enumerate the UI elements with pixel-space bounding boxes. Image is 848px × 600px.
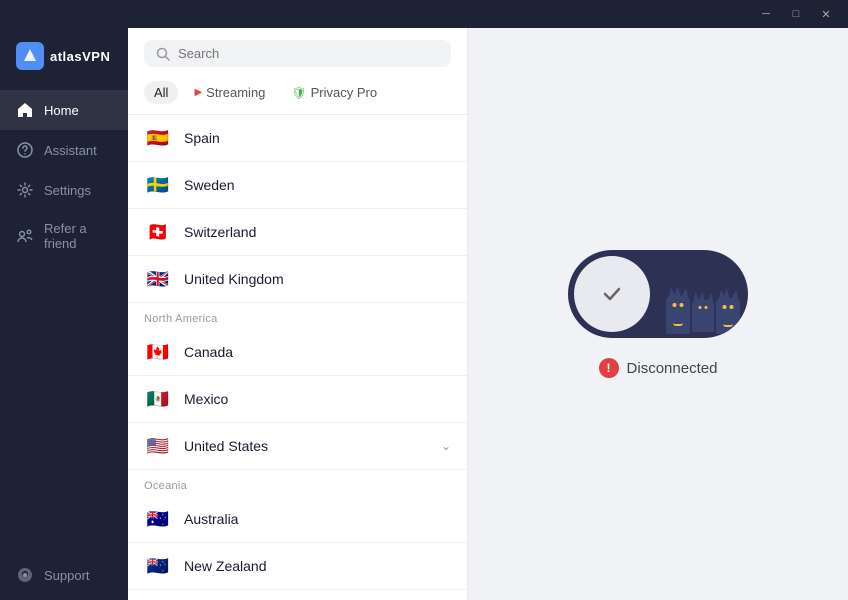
country-name-mexico: Mexico — [184, 391, 451, 407]
sidebar-item-support[interactable]: Support — [0, 555, 128, 600]
flag-sweden: 🇸🇪 — [144, 171, 172, 199]
search-input[interactable] — [178, 46, 439, 61]
sidebar-item-settings[interactable]: Settings — [0, 170, 128, 210]
country-name-australia: Australia — [184, 511, 451, 527]
flag-spain: 🇪🇸 — [144, 124, 172, 152]
refer-icon — [16, 227, 34, 245]
list-item[interactable]: 🇬🇧 United Kingdom — [128, 256, 467, 303]
tab-all[interactable]: All — [144, 81, 178, 104]
region-south-america: South America — [128, 590, 467, 600]
flag-canada: 🇨🇦 — [144, 338, 172, 366]
list-item[interactable]: 🇪🇸 Spain — [128, 115, 467, 162]
toggle-knob — [574, 256, 650, 332]
flag-uk: 🇬🇧 — [144, 265, 172, 293]
assistant-icon — [16, 141, 34, 159]
home-icon — [16, 101, 34, 119]
sidebar-item-home[interactable]: Home — [0, 90, 128, 130]
close-button[interactable]: ✕ — [812, 0, 840, 28]
titlebar-controls: ─ □ ✕ — [752, 0, 848, 28]
country-name-us: United States — [184, 438, 429, 454]
filter-tabs: All ▶ Streaming 🛡 Privacy Pro — [128, 75, 467, 115]
privacy-shield-icon: 🛡 — [291, 86, 306, 100]
sidebar-item-assistant[interactable]: Assistant — [0, 130, 128, 170]
search-bar — [128, 28, 467, 75]
tab-streaming[interactable]: ▶ Streaming — [184, 81, 275, 104]
logo-icon — [16, 42, 44, 70]
country-name-sweden: Sweden — [184, 177, 451, 193]
country-name-canada: Canada — [184, 344, 451, 360]
streaming-play-icon: ▶ — [194, 87, 202, 98]
flag-switzerland: 🇨🇭 — [144, 218, 172, 246]
maximize-button[interactable]: □ — [782, 0, 810, 28]
chevron-down-icon: ⌄ — [441, 439, 451, 453]
list-item[interactable]: 🇨🇭 Switzerland — [128, 209, 467, 256]
tab-privacy-pro[interactable]: 🛡 Privacy Pro — [281, 81, 387, 104]
right-panel: ! Disconnected — [468, 28, 848, 600]
country-name-uk: United Kingdom — [184, 271, 451, 287]
flag-mexico: 🇲🇽 — [144, 385, 172, 413]
sidebar-item-refer[interactable]: Refer a friend — [0, 210, 128, 262]
nav-items: Home Assistant Settings — [0, 90, 128, 600]
list-item[interactable]: 🇺🇸 United States ⌄ — [128, 423, 467, 470]
vpn-connect-toggle[interactable] — [568, 250, 748, 338]
main: All ▶ Streaming 🛡 Privacy Pro 🇪🇸 Spain — [128, 0, 848, 600]
list-item[interactable]: 🇲🇽 Mexico — [128, 376, 467, 423]
list-item[interactable]: 🇦🇺 Australia — [128, 496, 467, 543]
titlebar: ─ □ ✕ — [0, 0, 848, 28]
status-text: Disconnected — [627, 360, 718, 377]
error-icon: ! — [599, 358, 619, 378]
region-north-america: North America — [128, 303, 467, 329]
list-item[interactable]: 🇨🇦 Canada — [128, 329, 467, 376]
search-input-wrap — [144, 40, 451, 67]
status-row: ! Disconnected — [599, 358, 718, 378]
vpn-characters — [666, 250, 748, 338]
region-oceania: Oceania — [128, 470, 467, 496]
list-item[interactable]: 🇳🇿 New Zealand — [128, 543, 467, 590]
list-item[interactable]: 🇸🇪 Sweden — [128, 162, 467, 209]
settings-icon — [16, 181, 34, 199]
logo-text: atlasVPN — [50, 49, 110, 64]
support-icon — [16, 566, 34, 584]
flag-australia: 🇦🇺 — [144, 505, 172, 533]
vpn-toggle-area: ! Disconnected — [568, 250, 748, 378]
sidebar: atlasVPN Home Assistant — [0, 0, 128, 600]
flag-nz: 🇳🇿 — [144, 552, 172, 580]
country-name-spain: Spain — [184, 130, 451, 146]
country-name-nz: New Zealand — [184, 558, 451, 574]
search-icon — [156, 47, 170, 61]
country-panel: All ▶ Streaming 🛡 Privacy Pro 🇪🇸 Spain — [128, 28, 468, 600]
flag-us: 🇺🇸 — [144, 432, 172, 460]
country-list: 🇪🇸 Spain 🇸🇪 Sweden 🇨🇭 Switzerland 🇬🇧 Uni… — [128, 115, 467, 600]
country-name-switzerland: Switzerland — [184, 224, 451, 240]
minimize-button[interactable]: ─ — [752, 0, 780, 28]
logo: atlasVPN — [0, 28, 126, 90]
